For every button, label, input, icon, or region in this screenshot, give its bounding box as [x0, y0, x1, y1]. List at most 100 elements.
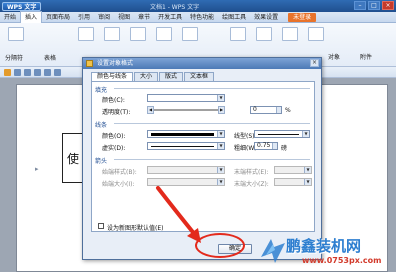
- transparency-unit: %: [285, 107, 291, 114]
- maximize-icon[interactable]: □: [368, 1, 380, 10]
- print-icon[interactable]: [24, 69, 31, 76]
- attachment-label[interactable]: 附件: [360, 52, 372, 61]
- fill-transparency-label: 透明度(T):: [102, 109, 131, 116]
- redo-icon[interactable]: [54, 69, 61, 76]
- login-badge[interactable]: 未登录: [288, 12, 317, 22]
- watermark-logo-icon: [261, 239, 285, 263]
- menu-item-insert[interactable]: 插入: [20, 11, 43, 23]
- menu-item-review[interactable]: 审阅: [94, 12, 114, 23]
- chevron-down-icon: ▼: [217, 95, 224, 101]
- transparency-value: 0: [253, 106, 257, 113]
- begin-size-select[interactable]: ▼: [147, 178, 225, 186]
- textbox-icon[interactable]: [230, 27, 246, 41]
- line-style-select[interactable]: ▼: [254, 130, 310, 138]
- minimize-icon[interactable]: –: [354, 1, 366, 10]
- chevron-down-icon: ▼: [302, 131, 309, 137]
- transparency-input[interactable]: 0: [250, 106, 282, 114]
- line-dash-label: 虚实(D):: [102, 145, 126, 152]
- chart-icon[interactable]: [156, 27, 172, 41]
- fill-color-label: 颜色(C):: [102, 97, 125, 104]
- close-icon[interactable]: ×: [382, 1, 394, 10]
- begin-style-label: 始端样式(B):: [102, 169, 137, 176]
- default-checkbox-label: 设为新图形默认值(E): [107, 225, 164, 232]
- format-object-dialog: 设置对象格式 × 颜色与线条 大小 版式 文本框 填充 颜色(C): ▼ 透明度…: [82, 57, 322, 260]
- dialog-app-icon: [86, 60, 93, 67]
- arrows-section-title: 箭头: [95, 158, 108, 165]
- line-weight-value: 0.75: [257, 142, 271, 149]
- spin-icon[interactable]: [272, 143, 277, 149]
- line-style-preview: [258, 134, 299, 135]
- shape-icon[interactable]: [130, 27, 146, 41]
- page-break-icon[interactable]: [8, 27, 24, 41]
- preview-icon[interactable]: [34, 69, 41, 76]
- end-style-label: 末端样式(E):: [234, 169, 269, 176]
- begin-style-select[interactable]: ▼: [147, 166, 225, 174]
- menu-item-chapter[interactable]: 章节: [134, 12, 154, 23]
- menu-item-page-layout[interactable]: 页面布局: [42, 12, 74, 23]
- slider-left-arrow-icon[interactable]: ◀: [147, 106, 154, 114]
- default-checkbox[interactable]: [98, 223, 104, 229]
- dialog-title-bar: 设置对象格式 ×: [83, 58, 321, 69]
- wps-app-button[interactable]: WPS 文字: [2, 1, 42, 11]
- end-style-select[interactable]: ▼: [274, 166, 312, 174]
- picture-icon[interactable]: [104, 27, 120, 41]
- menu-item-effects[interactable]: 效果设置: [250, 12, 282, 23]
- line-divider: [114, 123, 310, 124]
- slider-right-arrow-icon[interactable]: ▶: [218, 106, 225, 114]
- tab-panel: 填充 颜色(C): ▼ 透明度(T): ◀ ▶ 0 % 线条 颜色(O): ▼ …: [91, 81, 315, 232]
- document-title: 文档1 - WPS 文字: [150, 4, 200, 11]
- fill-color-select[interactable]: ▼: [147, 94, 225, 102]
- dialog-close-icon[interactable]: ×: [310, 59, 319, 67]
- save-icon[interactable]: [14, 69, 21, 76]
- line-section-title: 线条: [95, 122, 108, 129]
- table-icon[interactable]: [78, 27, 94, 41]
- window-controls: – □ ×: [354, 1, 394, 10]
- table-label: 表格: [44, 55, 57, 62]
- line-dash-preview: [151, 146, 214, 147]
- title-bar: WPS 文字 文档1 - WPS 文字 – □ ×: [0, 0, 396, 12]
- watermark-title: 鹏鑫装机网: [286, 237, 362, 255]
- open-icon[interactable]: [4, 69, 11, 76]
- chevron-down-icon: ▼: [217, 143, 224, 149]
- menu-item-view[interactable]: 视图: [114, 12, 134, 23]
- object-label[interactable]: 对象: [328, 52, 340, 61]
- tab-colors-lines[interactable]: 颜色与线条: [91, 72, 134, 81]
- chevron-down-icon: ▼: [304, 179, 311, 185]
- spin-icon[interactable]: [276, 107, 281, 113]
- tab-size[interactable]: 大小: [134, 72, 159, 81]
- line-color-select[interactable]: ▼: [147, 130, 225, 138]
- menu-item-start[interactable]: 开始: [0, 12, 20, 23]
- menu-item-features[interactable]: 特色功能: [186, 12, 218, 23]
- chevron-down-icon: ▼: [217, 179, 224, 185]
- chevron-down-icon: ▼: [304, 167, 311, 173]
- menu-item-developer[interactable]: 开发工具: [154, 12, 186, 23]
- line-weight-input[interactable]: 0.75: [254, 142, 278, 150]
- menu-item-reference[interactable]: 引用: [74, 12, 94, 23]
- menu-item-drawing-tools[interactable]: 绘图工具: [218, 12, 250, 23]
- smartart-icon[interactable]: [182, 27, 198, 41]
- transparency-slider[interactable]: ◀ ▶: [147, 106, 225, 114]
- page-marker-icon: ▸: [35, 165, 39, 173]
- menu-bar: 开始 插入 页面布局 引用 审阅 视图 章节 开发工具 特色功能 绘图工具 效果…: [0, 11, 396, 23]
- page-break-label: 分隔符: [5, 55, 24, 62]
- dialog-tabs: 颜色与线条 大小 版式 文本框: [91, 72, 215, 81]
- watermark-url: www.0753px.com: [302, 256, 382, 265]
- equation-icon[interactable]: [308, 27, 324, 41]
- arrows-divider: [114, 159, 310, 160]
- symbol-icon[interactable]: [282, 27, 298, 41]
- undo-icon[interactable]: [44, 69, 51, 76]
- begin-size-label: 始端大小(I):: [102, 181, 135, 188]
- fill-divider: [114, 88, 310, 89]
- fill-section-title: 填充: [95, 87, 108, 94]
- slider-track: [147, 109, 225, 111]
- line-weight-unit: 磅: [281, 145, 288, 152]
- chevron-down-icon: ▼: [217, 131, 224, 137]
- line-color-label: 颜色(O):: [102, 133, 126, 140]
- end-size-select[interactable]: ▼: [274, 178, 312, 186]
- tab-layout[interactable]: 版式: [159, 72, 184, 81]
- shape-text: 使: [67, 152, 80, 166]
- tab-textbox[interactable]: 文本框: [184, 72, 215, 81]
- line-color-swatch: [151, 133, 214, 136]
- line-dash-select[interactable]: ▼: [147, 142, 225, 150]
- wordart-icon[interactable]: [256, 27, 272, 41]
